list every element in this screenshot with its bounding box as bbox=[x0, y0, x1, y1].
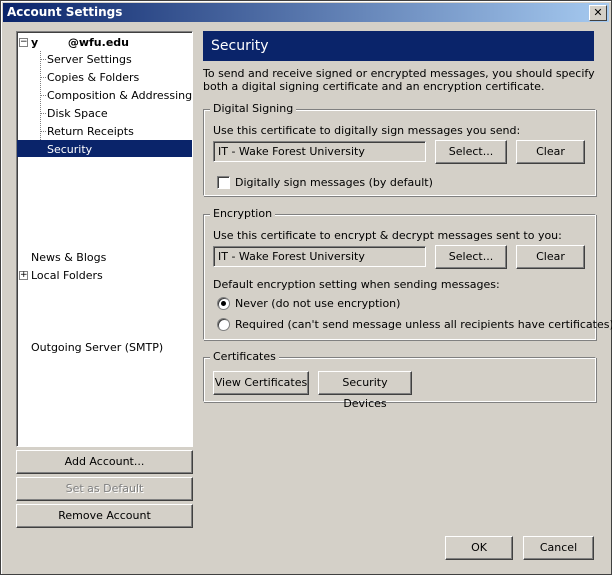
tree-item-composition[interactable]: Composition & Addressing bbox=[47, 89, 192, 102]
encryption-certificate-field[interactable]: IT - Wake Forest University bbox=[213, 246, 426, 267]
signing-certificate-field[interactable]: IT - Wake Forest University bbox=[213, 141, 426, 162]
tree-item-local-folders[interactable]: Local Folders bbox=[31, 269, 103, 282]
close-button[interactable]: ✕ bbox=[589, 5, 607, 21]
tree-account-item[interactable]: y @wfu.edu bbox=[31, 36, 129, 49]
account-tree[interactable]: − y @wfu.edu Server Settings Copies & Fo… bbox=[16, 31, 193, 447]
tree-item-news-blogs[interactable]: News & Blogs bbox=[31, 251, 106, 264]
security-devices-button[interactable]: Security Devices bbox=[318, 371, 412, 410]
panel-header: Security bbox=[203, 31, 594, 61]
signing-clear-button[interactable]: Clear bbox=[516, 140, 585, 164]
certificates-group: Certificates View Certificates Security … bbox=[203, 350, 596, 410]
expand-icon[interactable]: + bbox=[19, 271, 28, 280]
view-certificates-button[interactable]: View Certificates bbox=[213, 371, 309, 395]
tree-item-security-row[interactable]: Security bbox=[17, 140, 192, 157]
tree-item-copies-folders[interactable]: Copies & Folders bbox=[47, 71, 139, 84]
tree-item-security: Security bbox=[47, 143, 93, 156]
tree-branch bbox=[40, 77, 46, 78]
certificates-legend: Certificates bbox=[210, 350, 279, 363]
encryption-prompt: Use this certificate to encrypt & decryp… bbox=[213, 229, 562, 242]
tree-branch bbox=[40, 59, 46, 60]
account-prefix: y bbox=[31, 36, 39, 49]
digital-signing-group: Digital Signing Use this certificate to … bbox=[203, 102, 596, 196]
encryption-group: Encryption Use this certificate to encry… bbox=[203, 207, 612, 340]
set-default-button[interactable]: Set as Default bbox=[16, 477, 193, 501]
collapse-icon[interactable]: − bbox=[19, 38, 28, 47]
ok-button[interactable]: OK bbox=[445, 536, 513, 560]
panel-description: To send and receive signed or encrypted … bbox=[203, 67, 595, 93]
sign-by-default-checkbox[interactable] bbox=[217, 176, 230, 189]
signing-select-button[interactable]: Select... bbox=[435, 140, 507, 164]
tree-item-outgoing-server[interactable]: Outgoing Server (SMTP) bbox=[31, 341, 163, 354]
add-account-button[interactable]: Add Account... bbox=[16, 450, 193, 474]
default-encryption-label: Default encryption setting when sending … bbox=[213, 278, 500, 291]
encryption-legend: Encryption bbox=[210, 207, 276, 220]
required-encrypt-label[interactable]: Required (can't send message unless all … bbox=[235, 318, 612, 331]
required-encrypt-radio[interactable] bbox=[217, 318, 230, 331]
never-encrypt-radio[interactable] bbox=[217, 297, 230, 310]
encryption-clear-button[interactable]: Clear bbox=[516, 245, 585, 269]
never-encrypt-label[interactable]: Never (do not use encryption) bbox=[235, 297, 400, 310]
account-email: @wfu.edu bbox=[67, 36, 129, 49]
tree-branch bbox=[40, 131, 46, 132]
window-title: Account Settings bbox=[7, 5, 123, 19]
title-bar: Account Settings ✕ bbox=[3, 3, 609, 22]
tree-branch bbox=[40, 113, 46, 114]
signing-prompt: Use this certificate to digitally sign m… bbox=[213, 124, 521, 137]
panel-title: Security bbox=[211, 38, 269, 54]
close-icon: ✕ bbox=[593, 6, 603, 19]
tree-branch bbox=[40, 95, 46, 96]
tree-item-server-settings[interactable]: Server Settings bbox=[47, 53, 132, 66]
cancel-button[interactable]: Cancel bbox=[523, 536, 594, 560]
tree-line bbox=[40, 51, 41, 150]
tree-item-disk-space[interactable]: Disk Space bbox=[47, 107, 108, 120]
tree-item-return-receipts[interactable]: Return Receipts bbox=[47, 125, 134, 138]
remove-account-button[interactable]: Remove Account bbox=[16, 504, 193, 528]
encryption-select-button[interactable]: Select... bbox=[435, 245, 507, 269]
digital-signing-legend: Digital Signing bbox=[210, 102, 297, 115]
sign-by-default-label[interactable]: Digitally sign messages (by default) bbox=[235, 176, 433, 189]
